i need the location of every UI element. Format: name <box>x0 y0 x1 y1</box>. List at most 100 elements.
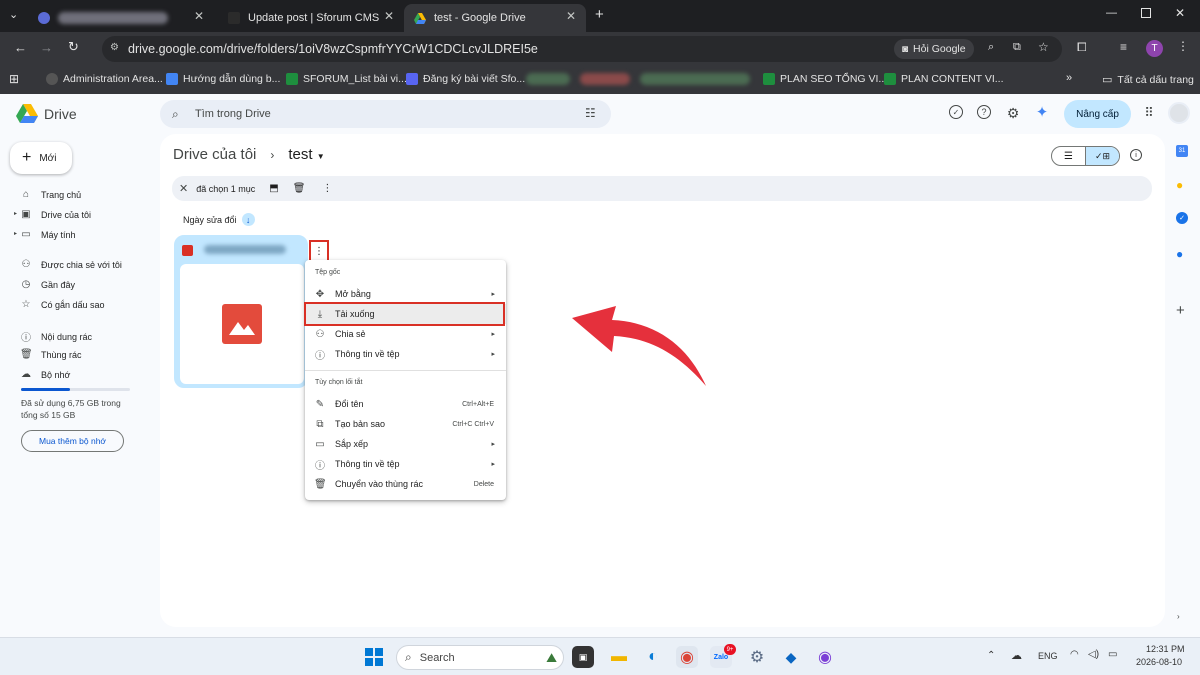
clock-time[interactable]: 12:31 PM <box>1146 644 1185 654</box>
bookmark-item[interactable]: PLAN CONTENT VI... <box>884 73 1004 85</box>
wifi-icon[interactable]: ◠ <box>1070 649 1079 660</box>
sort-control[interactable]: Ngày sửa đổi ↓ <box>183 213 255 226</box>
ask-google-button[interactable]: ◙ Hỏi Google <box>894 39 974 59</box>
nav-computers[interactable]: ▭ Máy tính <box>20 229 75 240</box>
forward-icon[interactable]: → <box>40 40 53 55</box>
install-app-icon[interactable]: ⧉ <box>1013 41 1021 54</box>
file-more-options-button[interactable]: ⋮ <box>309 240 329 262</box>
file-card[interactable]: ⋮ <box>174 235 329 388</box>
taskbar-search-box[interactable]: ⌕ Search ⛰ <box>396 645 564 670</box>
nav-recent[interactable]: ◷ Gần đây <box>20 279 75 290</box>
new-button[interactable]: + Mới <box>10 142 72 174</box>
profile-avatar[interactable]: T <box>1146 40 1163 57</box>
address-bar[interactable]: ⚙ drive.google.com/drive/folders/1oiV8wz… <box>102 36 1062 62</box>
sort-direction-icon[interactable]: ↓ <box>241 213 255 226</box>
nav-shared-with-me[interactable]: ⚇ Được chia sẻ với tôi <box>20 259 122 270</box>
bookmark-item[interactable]: Hướng dẫn dùng b... <box>166 73 280 85</box>
zoom-search-icon[interactable]: ⌕ <box>988 41 994 54</box>
tab-blurred[interactable]: ✕ <box>28 4 214 32</box>
expand-caret-icon[interactable]: ▸ <box>14 230 17 237</box>
grid-view-icon[interactable]: ✓⊞ <box>1085 147 1119 165</box>
menu-item-move-to-trash[interactable]: 🗑 Chuyển vào thùng rác Delete <box>305 474 506 494</box>
upgrade-button[interactable]: Nâng cấp <box>1064 100 1131 128</box>
move-icon[interactable]: ⬒ <box>269 183 278 194</box>
site-info-icon[interactable]: ⚙ <box>110 42 119 53</box>
nav-starred[interactable]: ☆ Có gắn dấu sao <box>20 299 105 310</box>
account-avatar[interactable] <box>1168 102 1190 124</box>
expand-caret-icon[interactable]: ▸ <box>14 210 17 217</box>
tasks-icon[interactable]: ✓ <box>1176 212 1188 224</box>
clear-selection-icon[interactable]: ✕ <box>179 182 188 195</box>
drive-logo-text[interactable]: Drive <box>44 106 77 122</box>
menu-item-open-with[interactable]: ✥ Mở bằng ▸ <box>305 284 506 304</box>
language-indicator[interactable]: ENG <box>1038 651 1058 661</box>
close-window-icon[interactable]: ✕ <box>1175 6 1185 20</box>
settings-gear-icon[interactable]: ⚙ <box>1004 104 1022 122</box>
breadcrumb-root[interactable]: Drive của tôi <box>173 146 256 163</box>
collapse-panel-icon[interactable]: › <box>1177 612 1180 621</box>
delete-icon[interactable]: 🗑 <box>293 183 306 194</box>
buy-storage-button[interactable]: Mua thêm bộ nhớ <box>21 430 124 452</box>
file-explorer-icon[interactable]: ▬ <box>608 646 630 668</box>
bookmark-item[interactable]: Administration Area... <box>46 73 163 85</box>
onedrive-icon[interactable]: ☁ <box>1011 649 1022 662</box>
drive-logo-icon[interactable] <box>16 104 38 124</box>
bookmark-item-blurred[interactable] <box>580 73 630 85</box>
close-tab-icon[interactable]: ✕ <box>384 9 394 23</box>
tab-google-drive[interactable]: test - Google Drive ✕ <box>404 4 586 32</box>
list-view-icon[interactable]: ☰ <box>1052 147 1085 165</box>
gemini-sparkle-icon[interactable]: ✦ <box>1033 103 1051 121</box>
nav-spam[interactable]: ⓘ Nội dung rác <box>20 329 92 345</box>
media-controls-icon[interactable]: ≡ <box>1120 40 1127 54</box>
details-info-icon[interactable]: i <box>1130 149 1142 161</box>
bookmark-item[interactable]: SFORUM_List bài vi... <box>286 73 407 85</box>
menu-item-file-info-2[interactable]: ⓘ Thông tin về tệp ▸ <box>305 454 506 474</box>
keep-icon[interactable]: ● <box>1176 178 1183 192</box>
new-tab-icon[interactable]: + <box>595 6 604 23</box>
contacts-icon[interactable]: ● <box>1176 247 1183 261</box>
tab-search-chevron-icon[interactable]: ⌄ <box>9 8 18 21</box>
back-icon[interactable]: ← <box>14 40 27 55</box>
nav-trash[interactable]: 🗑 Thùng rác <box>20 349 82 360</box>
menu-item-organize[interactable]: ▭ Sắp xếp ▸ <box>305 434 506 454</box>
search-icon[interactable]: ⌕ <box>172 107 179 122</box>
menu-item-share[interactable]: ⚇ Chia sẻ ▸ <box>305 324 506 344</box>
menu-item-file-info[interactable]: ⓘ Thông tin về tệp ▸ <box>305 344 506 364</box>
tab-sforum[interactable]: Update post | Sforum CMS ✕ <box>218 4 404 32</box>
bookmark-item[interactable]: Đăng ký bài viết Sfo... <box>406 73 525 85</box>
menu-item-make-copy[interactable]: ⧉ Tạo bản sao Ctrl+C Ctrl+V <box>305 414 506 434</box>
more-actions-icon[interactable]: ⋮ <box>322 183 332 194</box>
help-icon[interactable]: ? <box>977 105 991 119</box>
drive-search-input[interactable]: ⌕ Tìm trong Drive ☷ <box>160 100 611 128</box>
nav-my-drive[interactable]: ▣ Drive của tôi <box>20 209 91 220</box>
reload-icon[interactable]: ↻ <box>68 39 79 55</box>
clock-date[interactable]: 2026-08-10 <box>1136 657 1182 667</box>
settings-gear-icon[interactable]: ⚙ <box>746 646 768 668</box>
offline-ready-icon[interactable]: ✓ <box>949 105 963 119</box>
store-icon[interactable]: ◆ <box>780 646 802 668</box>
bookmark-item-blurred[interactable] <box>526 73 570 85</box>
breadcrumb-current[interactable]: test ▼ <box>288 146 324 163</box>
volume-icon[interactable]: ◁) <box>1088 649 1099 660</box>
show-hidden-icons-icon[interactable]: ⌃ <box>987 650 995 661</box>
minimize-icon[interactable]: — <box>1106 7 1117 19</box>
chrome-icon[interactable]: ◉ <box>676 646 698 668</box>
battery-icon[interactable]: ▭ <box>1108 649 1117 660</box>
maximize-icon[interactable] <box>1141 8 1151 18</box>
windows-start-icon[interactable] <box>363 646 385 668</box>
menu-item-rename[interactable]: ✎ Đổi tên Ctrl+Alt+E <box>305 394 506 414</box>
apps-grid-icon[interactable]: ⊞ <box>9 72 19 86</box>
close-tab-icon[interactable]: ✕ <box>194 9 204 23</box>
all-bookmarks-folder[interactable]: ▭ Tất cả dấu trang <box>1102 73 1194 87</box>
extensions-icon[interactable]: ⧠ <box>1077 40 1087 55</box>
bookmark-item[interactable]: PLAN SEO TỔNG VI... <box>763 73 887 85</box>
bookmark-item-blurred[interactable] <box>640 73 750 85</box>
nav-storage[interactable]: ☁ Bộ nhớ <box>20 369 70 380</box>
task-view-icon[interactable]: ▣ <box>572 646 594 668</box>
more-bookmarks-icon[interactable]: » <box>1066 72 1072 84</box>
add-addon-icon[interactable]: + <box>1176 302 1185 319</box>
chrome-profile-icon[interactable]: ◉ <box>814 646 836 668</box>
calendar-icon[interactable]: 31 <box>1176 145 1188 157</box>
nav-home[interactable]: ⌂ Trang chủ <box>20 189 81 200</box>
bookmark-star-icon[interactable]: ☆ <box>1038 40 1049 54</box>
